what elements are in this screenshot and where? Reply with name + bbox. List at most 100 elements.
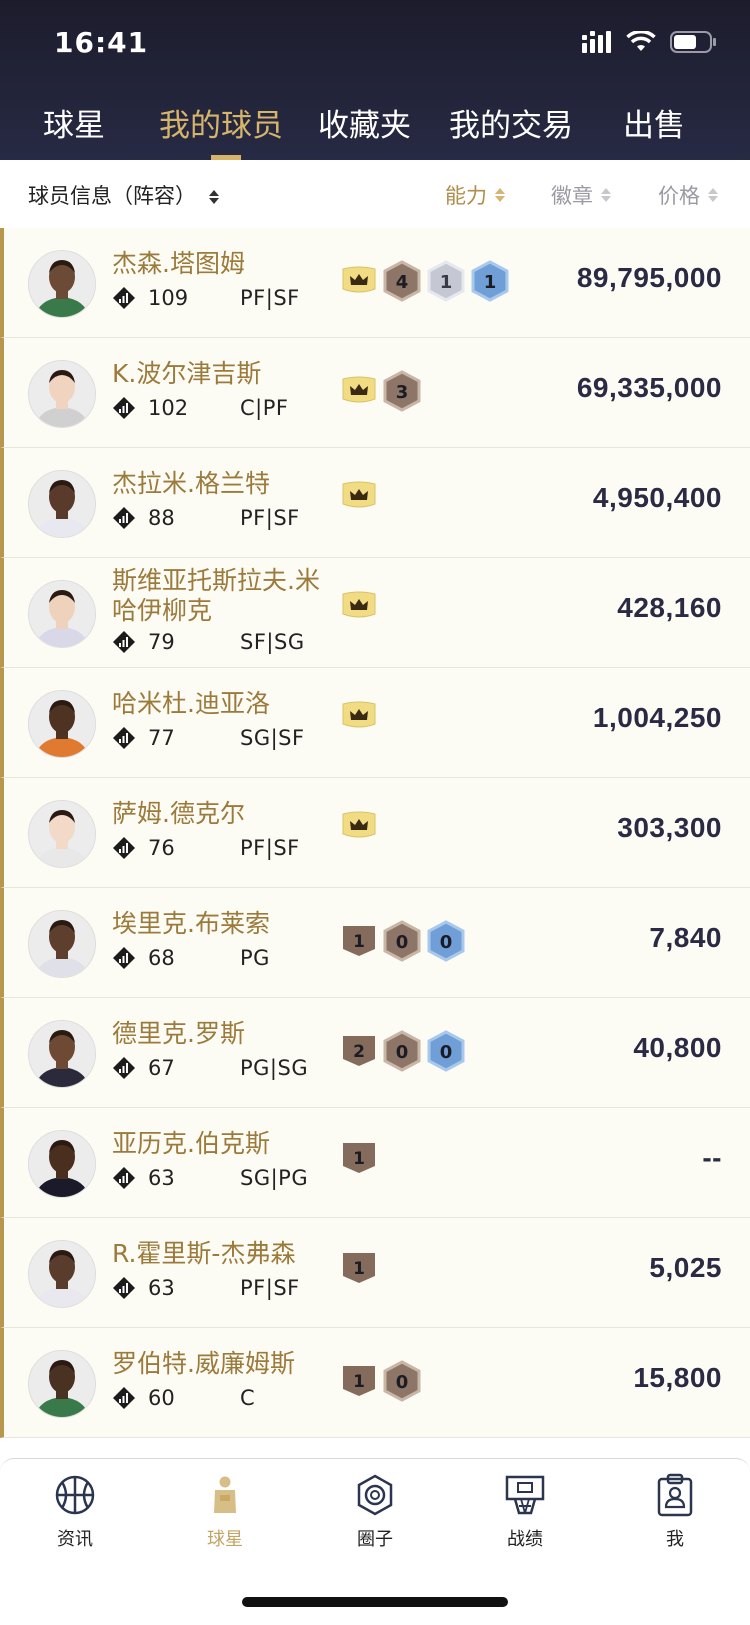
ability-rating-icon [113, 947, 135, 969]
player-row[interactable]: K.波尔津吉斯 102 C|PF 3 69,335,000 [0, 338, 750, 448]
nav-circle[interactable]: 圈子 [325, 1473, 425, 1551]
crown-badge-icon [342, 701, 376, 728]
badge-count: 0 [396, 1372, 409, 1393]
badge-count: 1 [484, 272, 497, 293]
player-row[interactable]: 亚历克.伯克斯 63 SG|PG 1 -- [0, 1108, 750, 1218]
tab-my-players[interactable]: 我的球员 [159, 100, 283, 145]
player-price: 15,800 [633, 1362, 722, 1393]
player-price: 1,004,250 [592, 702, 722, 733]
player-row[interactable]: 杰森.塔图姆 109 PF|SF 4 1 1 89,795,000 [0, 228, 750, 338]
player-row[interactable]: R.霍里斯-杰弗森 63 PF|SF 1 5,025 [0, 1218, 750, 1328]
player-rating: 63 [148, 1276, 175, 1300]
player-badges [341, 590, 377, 622]
nav-me[interactable]: 我 [625, 1473, 725, 1551]
badge-count: 4 [396, 272, 409, 293]
player-avatar-image [29, 911, 95, 977]
player-row[interactable]: 萨姆.德克尔 76 PF|SF 303,300 [0, 778, 750, 888]
sort-arrows-icon [208, 190, 219, 204]
bronze-hex-badge-icon: 4 [383, 260, 421, 302]
pentagon-badge-icon: 1 [343, 1366, 375, 1396]
battery-icon [670, 31, 716, 53]
ability-rating-icon [113, 1167, 135, 1189]
player-position: PF|SF [240, 836, 300, 860]
player-position: SG|PG [240, 1166, 309, 1190]
basketball-icon [55, 1475, 95, 1515]
player-position: PF|SF [240, 1276, 300, 1300]
player-rating: 109 [148, 286, 189, 310]
badge-count: 1 [353, 932, 365, 952]
badge-count: 0 [396, 932, 409, 953]
pentagon-badge-icon: 1 [343, 1143, 375, 1173]
tab-sell[interactable]: 出售 [623, 100, 685, 145]
player-name: K.波尔津吉斯 [112, 359, 262, 388]
player-row[interactable]: 埃里克.布莱索 68 PG 1 0 0 7,840 [0, 888, 750, 998]
ability-rating-icon [113, 727, 135, 749]
crown-badge-icon [342, 591, 376, 618]
player-row[interactable]: 杰拉米.格兰特 88 PF|SF 4,950,400 [0, 448, 750, 558]
nav-stars[interactable]: 球星 [175, 1473, 275, 1551]
player-rating: 88 [148, 506, 175, 530]
cellular-signal-icon [582, 31, 611, 53]
badge-count: 1 [353, 1372, 365, 1392]
player-badges: 1 [341, 1140, 377, 1176]
player-row[interactable]: 哈米杜.迪亚洛 77 SG|SF 1,004,250 [0, 668, 750, 778]
player-badges: 4 1 1 [341, 260, 509, 302]
crown-badge-icon [342, 481, 376, 508]
player-meta: 102 C|PF [112, 396, 288, 420]
player-price: 4,950,400 [592, 482, 722, 513]
nav-record[interactable]: 战绩 [475, 1473, 575, 1551]
player-name: R.霍里斯-杰弗森 [112, 1239, 296, 1268]
player-row[interactable]: 德里克.罗斯 67 PG|SG 2 0 0 40,800 [0, 998, 750, 1108]
tab-favorites[interactable]: 收藏夹 [318, 100, 411, 145]
sort-arrows-icon [601, 188, 611, 202]
player-name: 萨姆.德克尔 [112, 799, 245, 828]
sort-by-badge[interactable]: 徽章 [551, 180, 611, 210]
sort-price-label: 价格 [658, 184, 700, 208]
nav-circle-label: 圈子 [357, 1529, 393, 1550]
lineup-filter[interactable]: 球员信息（阵容） [28, 180, 219, 210]
bronze-hex-badge-icon: 0 [383, 920, 421, 962]
blue-hex-badge-icon: 0 [427, 920, 465, 962]
top-tabs: 球星 我的球员 收藏夹 我的交易 出售 [0, 100, 750, 160]
player-avatar-image [29, 581, 95, 647]
player-badges: 10 [341, 1360, 421, 1402]
sort-ability-label: 能力 [445, 184, 487, 208]
player-avatar [28, 800, 96, 868]
crown-badge-icon [342, 811, 376, 838]
player-name: 哈米杜.迪亚洛 [112, 689, 270, 718]
basketball-hoop-icon [505, 1475, 545, 1515]
player-avatar-image [29, 1131, 95, 1197]
badge-count: 1 [353, 1259, 365, 1279]
player-position: PG|SG [240, 1056, 309, 1080]
wifi-icon [626, 31, 656, 51]
badge-count: 0 [396, 1042, 409, 1063]
player-badges [341, 810, 377, 842]
tab-stars[interactable]: 球星 [43, 100, 105, 145]
player-position: C [240, 1386, 256, 1410]
sort-by-price[interactable]: 价格 [658, 180, 718, 210]
pentagon-badge-icon: 2 [343, 1036, 375, 1066]
player-name: 亚历克.伯克斯 [112, 1129, 270, 1158]
player-meta: 63 SG|PG [112, 1166, 308, 1190]
player-avatar [28, 1130, 96, 1198]
player-row[interactable]: 罗伯特.威廉姆斯 60 C 1 0 15,800 [0, 1328, 750, 1438]
player-row[interactable]: 斯维亚托斯拉夫.米哈伊柳克 79 SF|SG 428,160 [0, 558, 750, 668]
player-avatar [28, 360, 96, 428]
player-rating: 77 [148, 726, 175, 750]
player-meta: 109 PF|SF [112, 286, 300, 310]
player-avatar-image [29, 1021, 95, 1087]
player-name: 德里克.罗斯 [112, 1019, 245, 1048]
player-position: SG|SF [240, 726, 305, 750]
tab-my-trades[interactable]: 我的交易 [449, 100, 573, 145]
nav-record-label: 战绩 [507, 1529, 543, 1550]
player-price: 428,160 [617, 592, 722, 623]
player-avatar [28, 1240, 96, 1308]
sort-by-ability[interactable]: 能力 [445, 180, 505, 210]
nav-news[interactable]: 资讯 [25, 1473, 125, 1551]
player-rating: 67 [148, 1056, 175, 1080]
player-name: 斯维亚托斯拉夫.米哈伊柳克 [112, 566, 320, 625]
player-price: 69,335,000 [576, 372, 722, 403]
player-avatar-image [29, 471, 95, 537]
player-position: SF|SG [240, 630, 305, 654]
sort-arrows-icon [708, 188, 718, 202]
